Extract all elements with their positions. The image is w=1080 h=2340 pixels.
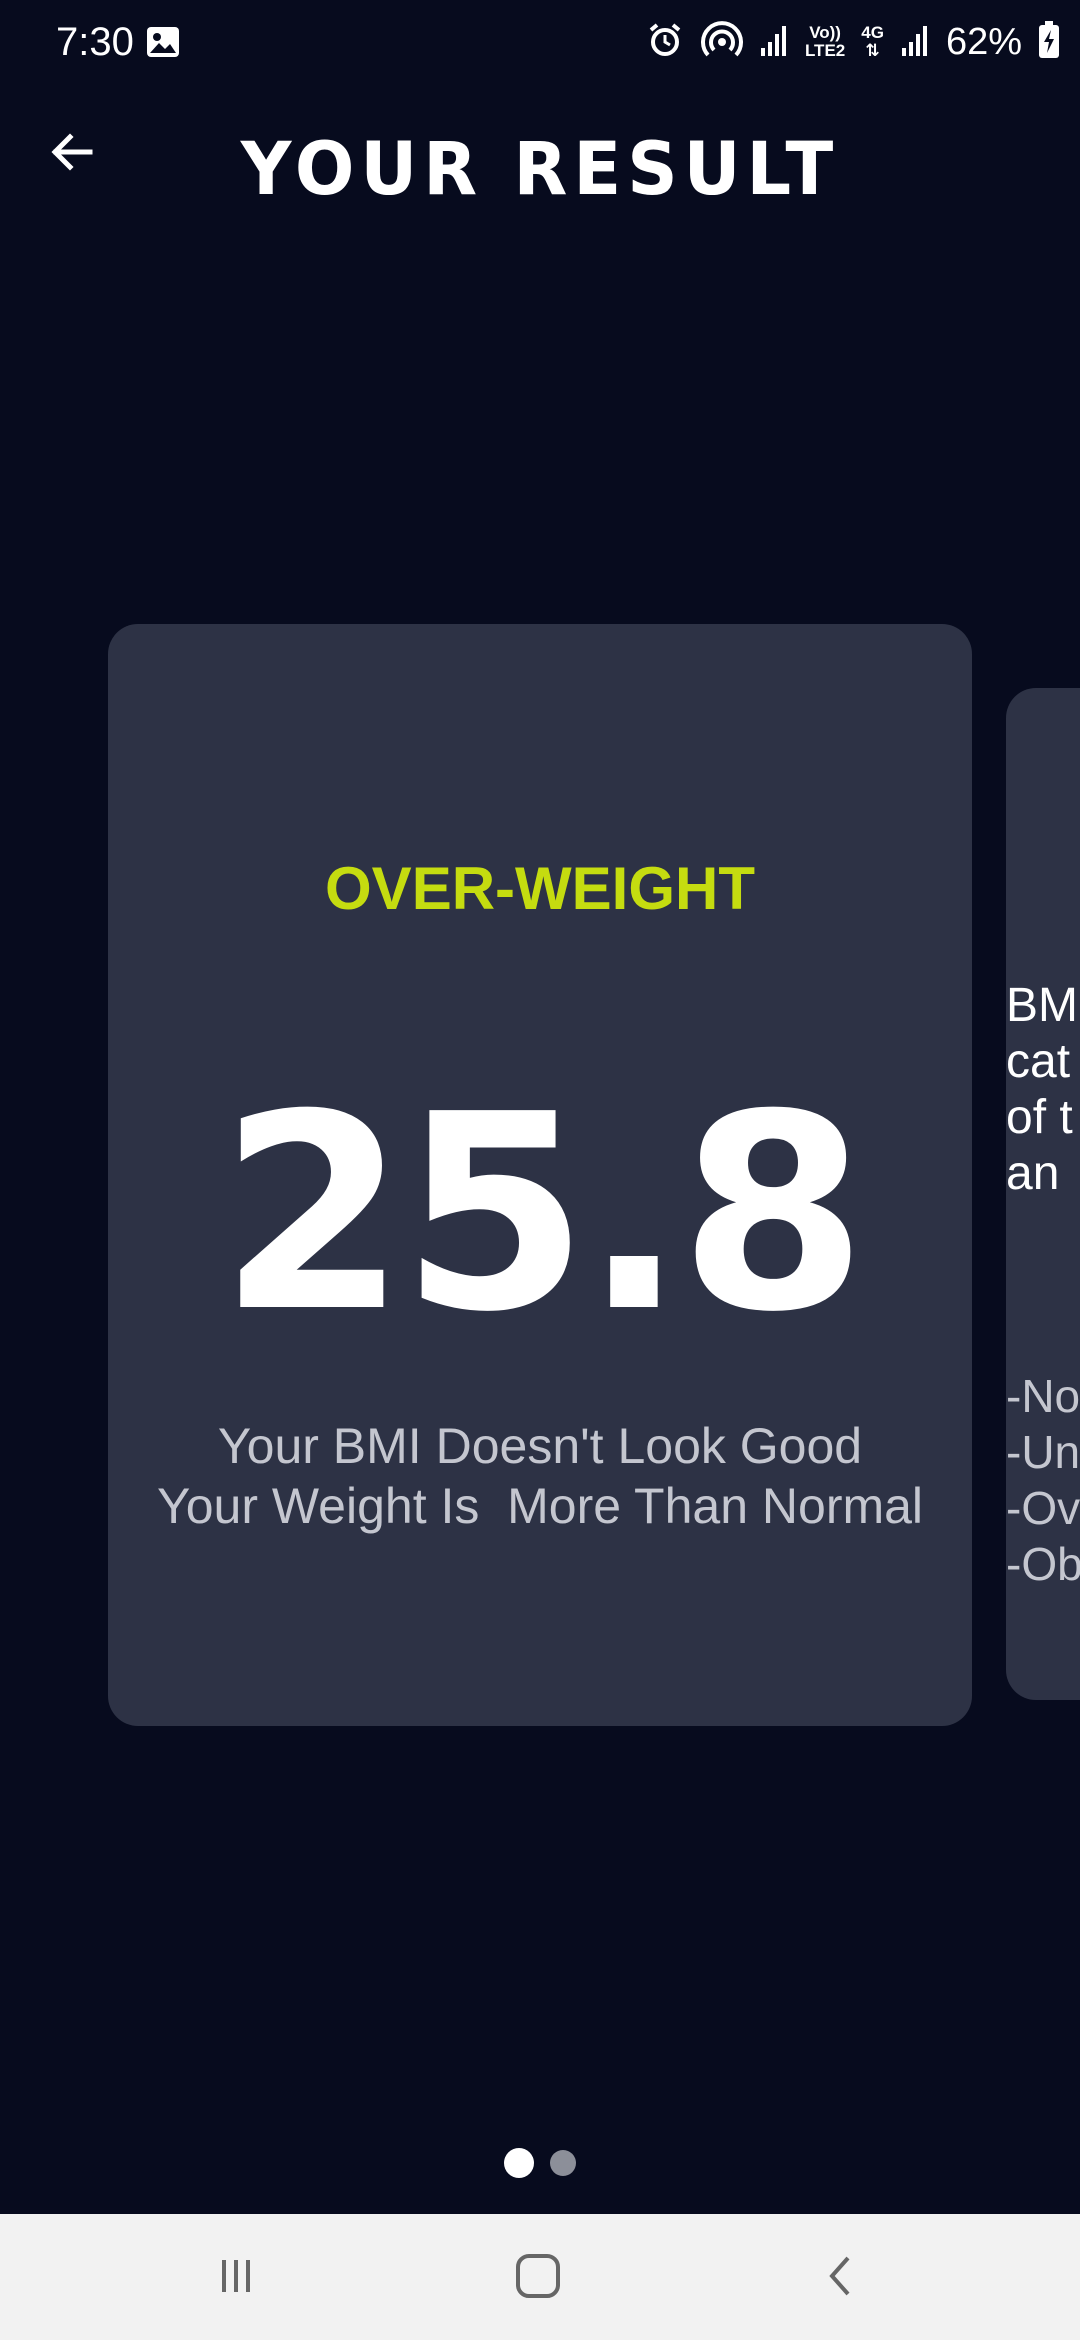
bmi-info-card[interactable]: BM cat of t an -No -Un -Ove -Ob (1006, 688, 1080, 1700)
network-type-label: 4G ⇅ (861, 23, 884, 60)
bmi-category: OVER-WEIGHT (325, 855, 755, 922)
bmi-value: 25.8 (218, 1056, 867, 1371)
home-icon (514, 2252, 562, 2305)
result-card: OVER-WEIGHT 25.8 Your BMI Doesn't Look G… (108, 624, 972, 1726)
signal-icon (759, 22, 789, 63)
page-indicator (0, 2148, 1080, 2178)
result-message: Your BMI Doesn't Look Good Your Weight I… (108, 1416, 972, 1536)
back-icon (820, 2252, 860, 2305)
hotspot-icon (700, 20, 743, 65)
battery-percent: 62% (945, 20, 1022, 63)
volte-label: Vo)) LTE2 (804, 23, 846, 60)
page-dot-active[interactable] (504, 2148, 534, 2178)
nav-back-button[interactable] (800, 2238, 880, 2318)
home-button[interactable] (498, 2238, 578, 2318)
result-carousel[interactable]: OVER-WEIGHT 25.8 Your BMI Doesn't Look G… (0, 600, 1080, 1760)
status-indicators: Vo)) LTE2 4G ⇅ 62% (645, 14, 1060, 70)
result-message-line1: Your BMI Doesn't Look Good (217, 1418, 863, 1474)
gallery-icon (146, 26, 180, 58)
result-message-line2: Your Weight Is More Than Normal (156, 1478, 924, 1534)
system-navigation-bar (0, 2214, 1080, 2340)
alarm-icon (645, 20, 685, 65)
recent-apps-icon (216, 2256, 256, 2301)
bmi-category-list: -No -Un -Ove -Ob (1006, 1370, 1080, 1590)
status-bar: 7:30 Vo)) LTE2 4G ⇅ 62% (0, 0, 1080, 84)
page-dot[interactable] (550, 2150, 576, 2176)
signal-icon (900, 22, 930, 63)
recent-apps-button[interactable] (196, 2238, 276, 2318)
page-title: YOUR RESULT (240, 125, 840, 213)
app-bar: YOUR RESULT (0, 100, 1080, 240)
battery-charging-icon (1038, 20, 1060, 64)
bmi-info-text: BM cat of t an (1006, 979, 1078, 1200)
status-time: 7:30 (56, 20, 134, 64)
